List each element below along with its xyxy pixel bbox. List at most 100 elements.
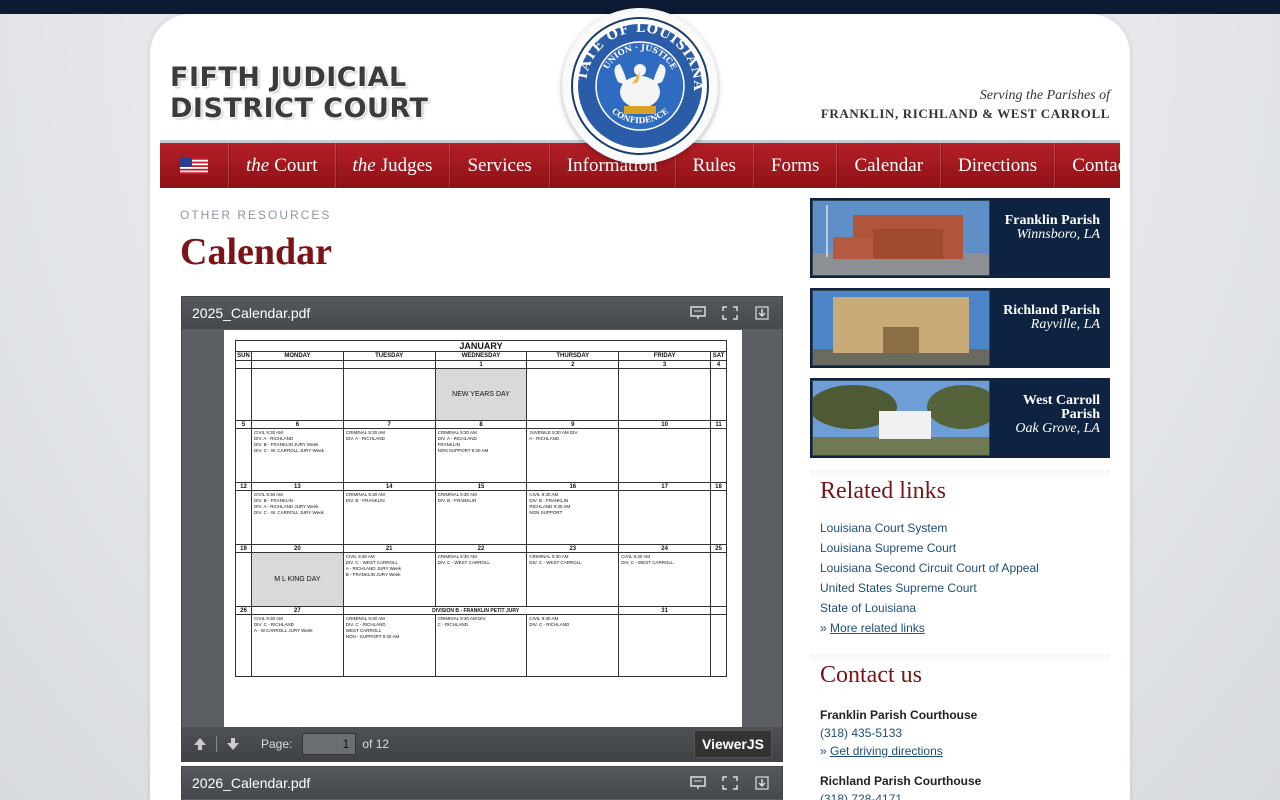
calendar-day-number: 18 [711, 483, 726, 491]
calendar-day-cell [251, 360, 344, 421]
calendar-event: CRIMINAL 9:30 AM DIV. C - WEST CARROLL [437, 554, 490, 565]
nav-the-court[interactable]: the Court [229, 143, 336, 188]
calendar-event: CIVIL 9:30 AM DIV. B - FRANKLIN DIV. A -… [254, 492, 324, 515]
calendar-day-cell: 16 CIVIL 9:30 AM DIV. B - FRANKLIN RICHLA… [526, 482, 620, 545]
calendar-day-number: 19 [236, 545, 251, 553]
court-logo[interactable]: FIFTH JUDICIAL DISTRICT COURT [170, 62, 428, 124]
calendar-day-cell [235, 360, 252, 421]
nav-services[interactable]: Services [450, 143, 550, 188]
calendar-week: 5 6 CIVIL 9:30 AM DIV. A - RICHLAND DIV. B… [235, 420, 727, 483]
sidebar-divider [810, 654, 1110, 662]
viewer-filename: 2026_Calendar.pdf [192, 775, 311, 791]
calendar-day-cell: 14 CRIMINAL 9:30 AM DIV. B - FRANKLIN [342, 482, 436, 545]
download-icon[interactable] [752, 774, 772, 792]
link-state-of-louisiana[interactable]: State of Louisiana [820, 598, 1039, 618]
calendar-day-number: 12 [236, 483, 251, 491]
contact-heading: Contact us [820, 662, 922, 688]
contact-name: Richland Parish Courthouse [820, 774, 982, 788]
page-number-input[interactable] [302, 733, 357, 755]
nav-the-judges[interactable]: the Judges [336, 143, 451, 188]
parish-card-franklin[interactable]: Franklin Parish Winnsboro, LA [810, 198, 1110, 278]
calendar-event: CRIMINAL 9:30 AM DIV. C - WEST CARROLL [529, 554, 582, 565]
sidebar-divider [810, 470, 1110, 478]
calendar-day-cell: 26 [235, 606, 252, 677]
calendar-day-number: 14 [343, 483, 435, 491]
calendar-day-cell: 11 [710, 420, 727, 483]
link-second-circuit[interactable]: Louisiana Second Circuit Court of Appeal [820, 558, 1039, 578]
calendar-day-cell: 2 [526, 360, 620, 421]
calendar-day-number: 11 [711, 421, 726, 429]
link-louisiana-supreme-court[interactable]: Louisiana Supreme Court [820, 538, 1039, 558]
link-louisiana-court-system[interactable]: Louisiana Court System [820, 518, 1039, 538]
calendar-day-number: 8 [435, 421, 527, 429]
fullscreen-icon[interactable] [720, 774, 740, 792]
parish-town: Rayville, LA [1030, 317, 1100, 332]
calendar-day-number: 1 [435, 361, 527, 369]
parish-town: Oak Grove, LA [1015, 421, 1100, 436]
richland-courthouse-photo [812, 290, 990, 366]
breadcrumb[interactable]: OTHER RESOURCES [180, 208, 331, 222]
main-content: OTHER RESOURCES Calendar 2025_Calendar.p… [160, 188, 800, 800]
calendar-day-number: 20 [252, 545, 343, 553]
nav-forms[interactable]: Forms [754, 143, 838, 188]
calendar-day-cell [710, 606, 727, 677]
calendar-day-number: 16 [527, 483, 619, 491]
calendar-day-cell: 25 [710, 544, 727, 607]
franklin-courthouse-photo [812, 200, 990, 276]
pdf-viewer-2025[interactable]: 2025_Calendar.pdf JANUARY SUN MONDAY TUE… [181, 296, 783, 762]
contact-phone[interactable]: (318) 728-4171 [820, 790, 981, 800]
calendar-day-number: 9 [527, 421, 619, 429]
nav-directions[interactable]: Directions [941, 143, 1056, 188]
viewer-filename: 2025_Calendar.pdf [192, 305, 311, 321]
arrow-down-icon[interactable] [225, 736, 241, 752]
viewerjs-button[interactable]: ViewerJS [693, 730, 772, 758]
site-header: FIFTH JUDICIAL DISTRICT COURT STATE OF L… [150, 8, 1130, 164]
calendar-event: CRIMINAL 9:30 AM DIV. C - RICHLAND [437, 616, 487, 627]
calendar-day-number: 26 [236, 607, 251, 615]
calendar-day-cell: 8 CRIMINAL 9:30 AM DIV. A - RICHLAND FRAN… [434, 420, 528, 483]
fullscreen-icon[interactable] [720, 304, 740, 322]
calendar-day-header: TUESDAY [342, 351, 436, 361]
parish-card-west-carroll[interactable]: West Carroll Parish Oak Grove, LA [809, 378, 1110, 458]
calendar-day-cell: 1 NEW YEARS DAY [434, 360, 528, 421]
presentation-icon[interactable] [688, 304, 708, 322]
more-label: More related links [830, 621, 925, 635]
calendar-day-number: 6 [252, 421, 343, 429]
calendar-day-header: THURSDAY [526, 351, 620, 361]
calendar-day-number: 13 [252, 483, 343, 491]
download-icon[interactable] [752, 304, 772, 322]
pdf-page[interactable]: JANUARY SUN MONDAY TUESDAY WEDNESDAY THURSDA… [224, 330, 742, 728]
calendar-event: CIVIL 9:30 AM DIV. C - RICHLAND [529, 616, 570, 627]
calendar-event: CIVIL 9:30 AM DIV. B - FRANKLIN RICHLAND… [529, 492, 571, 515]
calendar-day-number [236, 361, 251, 369]
calendar-day-number: 10 [619, 421, 710, 429]
contact-phone[interactable]: (318) 435-5133 [820, 724, 981, 742]
parish-card-richland[interactable]: Richland Parish Rayville, LA [810, 288, 1110, 368]
calendar-month: JANUARY [235, 340, 727, 351]
calendar-day-cell: 3 [618, 360, 711, 421]
calendar-day-number: 3 [619, 361, 710, 369]
us-flag-icon[interactable] [160, 143, 229, 188]
sidebar: Franklin Parish Winnsboro, LA Richland P… [809, 188, 1110, 800]
calendar-event: CRIMINAL 9:30 AM DIV. B - FRANKLIN [437, 492, 477, 503]
presentation-icon[interactable] [688, 774, 708, 792]
parish-name: West Carroll Parish [1022, 393, 1100, 422]
parish-name: Richland Parish [1003, 303, 1100, 318]
more-related-links[interactable]: » More related links [820, 618, 1039, 638]
pdf-viewer-2026[interactable]: 2026_Calendar.pdf [181, 766, 783, 800]
nav-calendar[interactable]: Calendar [837, 143, 942, 188]
calendar-day-cell: 6 CIVIL 9:30 AM DIV. A - RICHLAND DIV. B … [251, 420, 344, 483]
nav-contact[interactable]: Contact [1055, 143, 1148, 188]
louisiana-seal: STATE OF LOUISIANA UNION · JUSTICE CONFI… [562, 8, 718, 164]
driving-directions-link[interactable]: » Get driving directions [820, 742, 981, 760]
calendar-event: CIVIL 9:30 AM DIV. C - WEST CARROLL A - … [345, 554, 402, 577]
link-us-supreme-court[interactable]: United States Supreme Court [820, 578, 1039, 598]
contact-name: Franklin Parish Courthouse [820, 708, 978, 722]
toolbar-divider [216, 736, 217, 752]
calendar-day-header: SUN [235, 351, 252, 361]
calendar-event: CIVIL 9:30 AM DIV. C - WEST CARROLL [621, 554, 674, 565]
calendar-day-cell: 29DIVISION B - FRANKLIN PETIT JURYCRIMIN… [375, 606, 576, 677]
arrow-up-icon[interactable] [192, 736, 208, 752]
contact-list: Franklin Parish Courthouse (318) 435-513… [820, 706, 981, 800]
calendar-day-cell: 9 JUVENILE 9:30 AM DIV. A - RICHLAND [526, 420, 620, 483]
